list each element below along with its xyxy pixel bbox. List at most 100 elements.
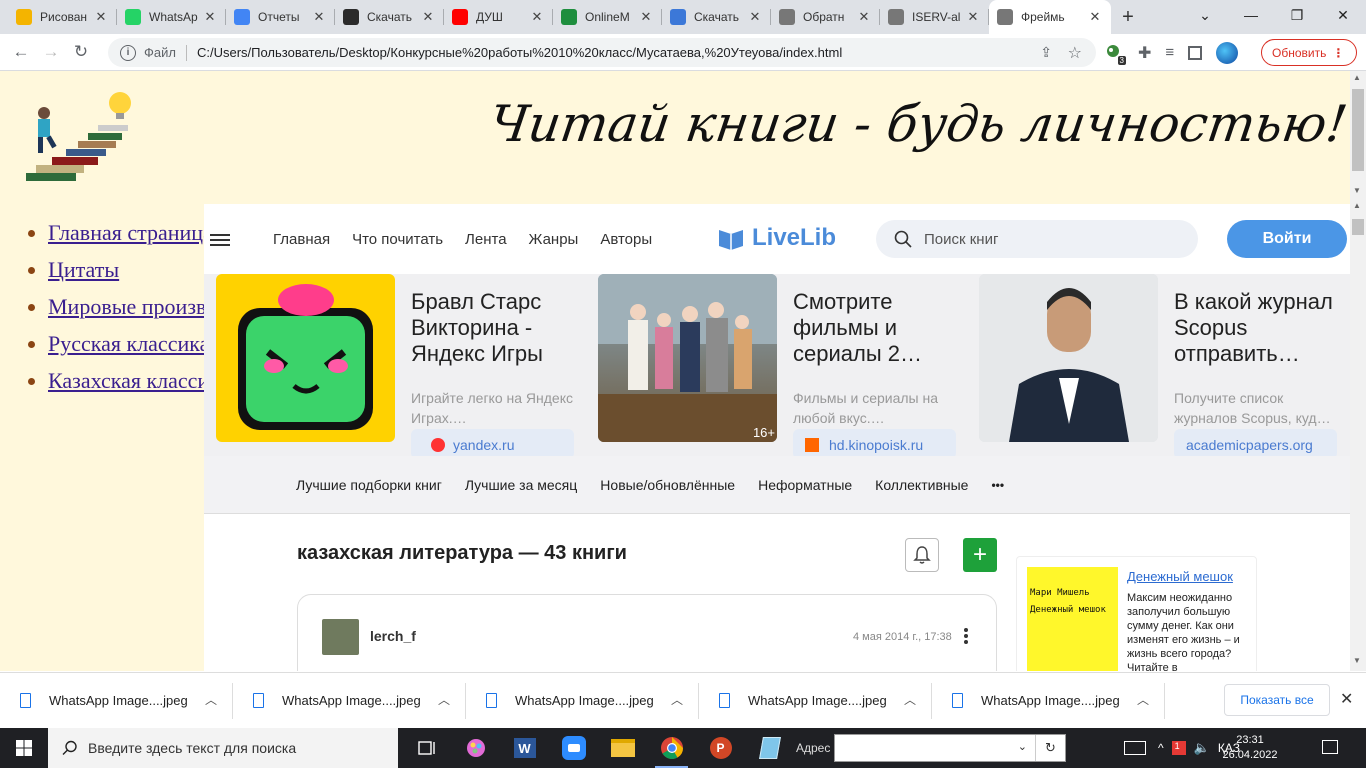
download-item[interactable]: WhatsApp Image....jpeg ︿ [699,673,932,729]
scroll-down-arrow[interactable]: ▼ [1353,186,1361,195]
close-tab-icon[interactable]: ✕ [529,9,545,25]
post-username[interactable]: lerch_f [370,628,416,644]
keyboard-icon[interactable] [1124,741,1146,755]
zoom-app-icon[interactable] [549,728,598,768]
category-tab[interactable]: Коллективные [875,477,968,493]
minimize-button[interactable]: — [1228,0,1274,30]
powerpoint-app-icon[interactable]: P [696,728,745,768]
ad-card[interactable]: Бравл Старс Викторина - Яндекс Игры Игра… [216,274,586,459]
chevron-up-icon[interactable]: ︿ [205,691,217,708]
page-scrollbar[interactable]: ▲ ▼ ▲ ▼ [1350,71,1366,671]
browser-tab[interactable]: Скачать ✕ [335,0,444,34]
close-tab-icon[interactable]: ✕ [202,9,218,25]
browser-tab[interactable]: WhatsAp ✕ [117,0,226,34]
clock[interactable]: 23:31 26.04.2022 [1220,733,1280,763]
address-bar[interactable]: i Файл C:/Users/Пользователь/Desktop/Кон… [108,38,1096,67]
close-tab-icon[interactable]: ✕ [1087,9,1103,25]
speaker-icon[interactable]: 🔈 [1194,740,1210,756]
download-item[interactable]: WhatsApp Image....jpeg ︿ [233,673,466,729]
info-icon[interactable]: i [120,44,136,61]
close-tab-icon[interactable]: ✕ [965,9,981,25]
browser-tab[interactable]: Фреймь ✕ [989,0,1111,34]
nav-link[interactable]: Что почитать [352,231,443,248]
chevron-up-icon[interactable]: ︿ [1137,691,1149,708]
ad-domain[interactable]: yandex.ru [411,429,574,459]
back-button[interactable]: ← [6,37,36,67]
download-item[interactable]: WhatsApp Image....jpeg ︿ [932,673,1165,729]
chrome-app-icon[interactable] [647,728,696,768]
category-tab[interactable]: Неформатные [758,477,852,493]
close-window-button[interactable]: ✕ [1320,0,1366,30]
word-app-icon[interactable]: W [500,728,549,768]
url-text[interactable]: C:/Users/Пользователь/Desktop/Конкурсные… [197,45,842,60]
frame-scrollbar-thumb[interactable] [1352,219,1364,235]
book-link[interactable]: Денежный мешок [1127,569,1233,584]
chevron-up-icon[interactable]: ︿ [904,691,916,708]
ad-domain[interactable]: hd.kinopoisk.ru [793,429,956,459]
maximize-button[interactable]: ❐ [1274,0,1320,30]
download-item[interactable]: WhatsApp Image....jpeg ︿ [0,673,233,729]
profile-avatar[interactable] [1216,41,1239,64]
browser-tab[interactable]: ISERV-al ✕ [880,0,989,34]
category-tab[interactable]: ••• [991,478,1004,492]
frame-scroll-up-arrow[interactable]: ▲ [1353,201,1361,210]
tab-search-chevron-icon[interactable]: ⌄ [1182,0,1228,30]
chevron-up-icon[interactable]: ︿ [438,691,450,708]
puzzle-extensions-icon[interactable]: ✚ [1138,43,1151,63]
update-button[interactable]: Обновить ⋮ [1261,39,1357,66]
category-tab[interactable]: Лучшие подборки книг [296,477,442,493]
close-tab-icon[interactable]: ✕ [747,9,763,25]
share-icon[interactable]: ⇪ [1040,44,1052,61]
close-tab-icon[interactable]: ✕ [311,9,327,25]
chevron-up-icon[interactable]: ︿ [671,691,683,708]
post-more-icon[interactable] [964,628,968,644]
ad-card[interactable]: В какой журнал Scopus отправить… Получит… [979,274,1350,459]
close-tab-icon[interactable]: ✕ [856,9,872,25]
livelib-logo[interactable]: LiveLib [718,224,836,252]
start-button[interactable] [0,728,48,768]
taskbar-search-box[interactable]: Введите здесь текст для поиска [48,728,398,768]
user-avatar[interactable] [322,619,359,655]
add-button[interactable]: + [963,538,997,572]
login-button[interactable]: Войти [1227,220,1347,258]
bookmark-star-icon[interactable]: ☆ [1068,43,1082,63]
media-control-icon[interactable]: ≡ [1165,44,1174,61]
menu-link[interactable]: Казахская классика [48,368,229,393]
nav-link[interactable]: Лента [465,231,507,248]
hamburger-menu-icon[interactable] [210,234,230,246]
close-tab-icon[interactable]: ✕ [93,9,109,25]
book-cover[interactable]: Мари Мишель Денежный мешок [1027,567,1118,671]
browser-tab[interactable]: ДУШ ✕ [444,0,553,34]
browser-tab[interactable]: Обратн ✕ [771,0,880,34]
menu-link[interactable]: Цитаты [48,257,119,282]
scroll-up-arrow[interactable]: ▲ [1353,73,1361,82]
task-view-icon[interactable] [402,728,451,768]
address-dropdown-icon[interactable]: ⌄ [1018,740,1027,753]
menu-link[interactable]: Русская классика [48,331,209,356]
notepad-app-icon[interactable] [745,728,794,768]
nav-link[interactable]: Жанры [529,231,579,248]
scrollbar-thumb[interactable] [1352,89,1364,171]
subscribe-bell-button[interactable] [905,538,939,572]
download-item[interactable]: WhatsApp Image....jpeg ︿ [466,673,699,729]
nav-link[interactable]: Авторы [600,231,652,248]
frame-scroll-down-arrow[interactable]: ▼ [1353,656,1361,665]
extension-icon[interactable]: 3 [1104,43,1126,65]
action-center-icon[interactable] [1322,740,1338,754]
reload-button[interactable]: ↻ [66,37,96,67]
close-tab-icon[interactable]: ✕ [638,9,654,25]
browser-tab[interactable]: Скачать ✕ [662,0,771,34]
side-panel-icon[interactable] [1188,45,1203,60]
close-download-bar-icon[interactable]: ✕ [1340,689,1353,709]
notification-app-icon[interactable]: 1 [1171,741,1186,755]
browser-tab[interactable]: OnlineM ✕ [553,0,662,34]
paint-app-icon[interactable] [451,728,500,768]
address-go-icon[interactable]: ↻ [1035,735,1065,761]
ad-domain[interactable]: academicpapers.org [1174,429,1337,459]
forward-button[interactable]: → [36,37,66,67]
browser-tab[interactable]: Рисован ✕ [8,0,117,34]
tray-chevron-icon[interactable]: ^ [1158,741,1164,755]
book-search-input[interactable]: Поиск книг [876,220,1198,258]
close-tab-icon[interactable]: ✕ [420,9,436,25]
category-tab[interactable]: Лучшие за месяц [465,477,577,493]
